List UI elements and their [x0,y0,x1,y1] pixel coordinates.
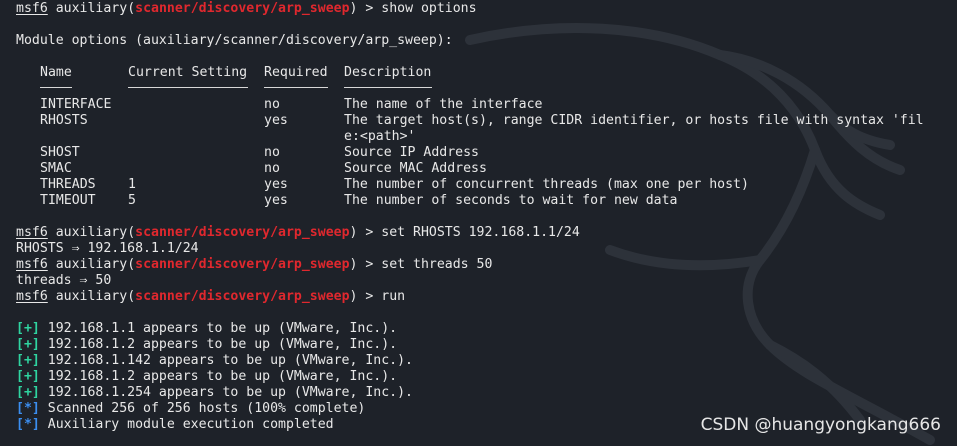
module-path: scanner/discovery/arp_sweep [135,225,350,240]
prompt-line-set-threads: msf6 auxiliary(scanner/discovery/arp_swe… [16,257,493,272]
command-text: set threads 50 [381,257,493,272]
option-required: no [264,97,280,112]
option-setting: 1 [128,177,136,192]
option-required: yes [264,193,288,208]
option-name: INTERFACE [40,97,112,112]
status-line: [*] Auxiliary module execution completed [16,417,334,432]
status-line: [*] Scanned 256 of 256 hosts (100% compl… [16,401,366,416]
prompt-line-run: msf6 auxiliary(scanner/discovery/arp_swe… [16,289,406,304]
terminal-window[interactable]: msf6 auxiliary(scanner/discovery/arp_swe… [0,0,957,446]
command-text: run [381,289,406,304]
module-options-title: Module options (auxiliary/scanner/discov… [16,33,453,48]
option-description: The number of concurrent threads (max on… [344,177,749,192]
module-path: scanner/discovery/arp_sweep [135,289,350,304]
option-required: no [264,161,280,176]
header-rule [264,87,328,88]
echo-rhosts: RHOSTS ⇒ 192.168.1.1/24 [16,241,199,256]
option-name: RHOSTS [40,113,88,128]
msf-prompt: msf6 [16,1,48,16]
result-line: [+] 192.168.1.142 appears to be up (VMwa… [16,353,413,368]
column-header-description: Description [344,65,432,80]
msf-prompt: msf6 [16,257,48,272]
msf-prompt: msf6 [16,225,48,240]
option-name: SHOST [40,145,80,160]
column-header-current-setting: Current Setting [128,65,248,80]
result-line: [+] 192.168.1.2 appears to be up (VMware… [16,337,398,352]
option-required: no [264,145,280,160]
result-line: [+] 192.168.1.2 appears to be up (VMware… [16,369,398,384]
command-text: set RHOSTS 192.168.1.1/24 [381,225,580,240]
header-rule [128,87,248,88]
option-name: TIMEOUT [40,193,96,208]
option-required: yes [264,113,288,128]
msf-prompt: msf6 [16,289,48,304]
prompt-line-show-options: msf6 auxiliary(scanner/discovery/arp_swe… [16,1,477,16]
option-description: The number of seconds to wait for new da… [344,193,678,208]
success-tag: [+] [16,321,40,336]
option-description-wrap: e:<path>' [344,129,416,144]
option-description: The target host(s), range CIDR identifie… [344,113,924,128]
option-description: Source MAC Address [344,161,487,176]
option-required: yes [264,177,288,192]
option-name: THREADS [40,177,96,192]
result-line: [+] 192.168.1.254 appears to be up (VMwa… [16,385,413,400]
csdn-watermark: CSDN @huangyongkang666 [700,415,941,435]
module-path: scanner/discovery/arp_sweep [135,257,350,272]
info-tag: [*] [16,417,40,432]
option-description: The name of the interface [344,97,543,112]
header-rule [40,87,72,88]
header-rule [344,87,432,88]
info-tag: [*] [16,401,40,416]
option-description: Source IP Address [344,145,479,160]
command-text: show options [381,1,477,16]
echo-threads: threads ⇒ 50 [16,273,112,288]
success-tag: [+] [16,353,40,368]
column-header-required: Required [264,65,328,80]
module-path: scanner/discovery/arp_sweep [135,1,350,16]
option-name: SMAC [40,161,72,176]
result-line: [+] 192.168.1.1 appears to be up (VMware… [16,321,398,336]
success-tag: [+] [16,385,40,400]
success-tag: [+] [16,337,40,352]
column-header-name: Name [40,65,72,80]
prompt-line-set-rhosts: msf6 auxiliary(scanner/discovery/arp_swe… [16,225,580,240]
success-tag: [+] [16,369,40,384]
option-setting: 5 [128,193,136,208]
